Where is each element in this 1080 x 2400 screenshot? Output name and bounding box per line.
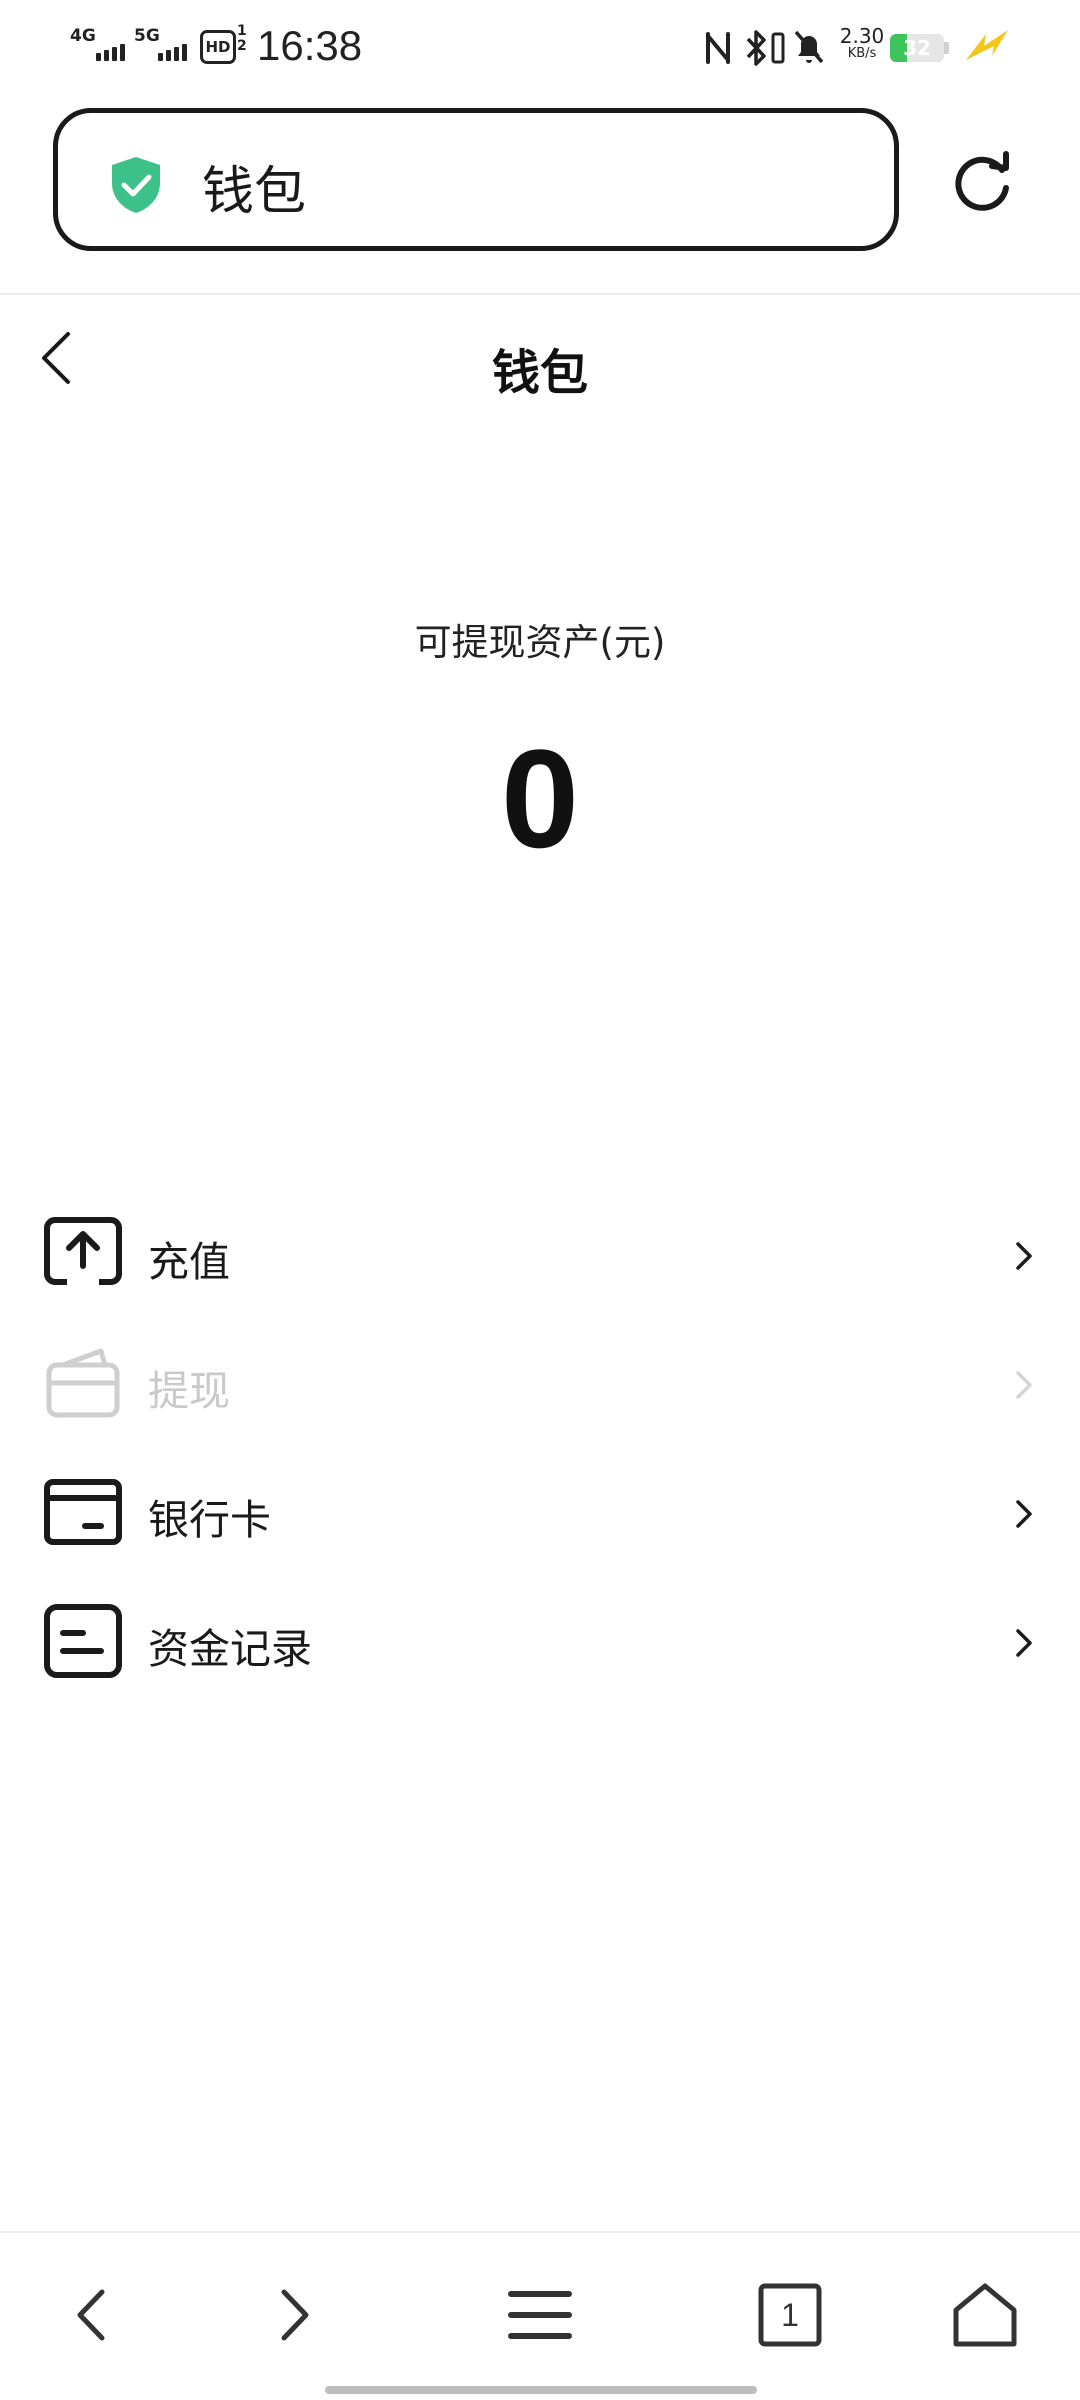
menu-item-label: 充值	[148, 1238, 230, 1286]
home-indicator[interactable]	[325, 2386, 757, 2394]
shield-check-icon	[112, 157, 160, 213]
hd-voice-icon: HD	[200, 30, 236, 64]
menu-item-label: 提现	[148, 1367, 230, 1415]
menu-item-withdraw[interactable]: 提现	[0, 1319, 1080, 1448]
chevron-right-icon	[1016, 1242, 1032, 1270]
address-text: 钱包	[202, 162, 307, 222]
bank-card-icon	[44, 1479, 122, 1545]
tab-count: 1	[781, 2297, 799, 2333]
forward-icon[interactable]	[258, 2280, 328, 2350]
menu-item-bank-card[interactable]: 银行卡	[0, 1448, 1080, 1577]
refresh-icon[interactable]	[950, 150, 1016, 216]
menu-icon[interactable]	[505, 2280, 575, 2350]
battery-icon: 32	[890, 34, 944, 62]
menu-item-label: 资金记录	[148, 1625, 312, 1673]
network-4g-label: 4G	[70, 26, 96, 46]
signal-bars-2-icon	[158, 44, 187, 61]
menu-item-recharge[interactable]: 充值	[0, 1190, 1080, 1319]
network-speed: 2.30 KB/s	[832, 26, 892, 62]
hd-sim-label: 1 2	[237, 23, 247, 54]
menu-item-label: 银行卡	[148, 1496, 271, 1544]
mute-icon	[794, 30, 824, 64]
signal-bars-1-icon	[96, 44, 125, 61]
tabs-button[interactable]: 1	[755, 2280, 825, 2350]
page-title: 钱包	[491, 345, 588, 401]
home-icon[interactable]	[950, 2280, 1020, 2350]
record-icon	[44, 1604, 122, 1678]
address-bar[interactable]: 钱包	[53, 108, 899, 251]
wallet-icon	[46, 1348, 120, 1418]
battery-cap	[944, 42, 949, 54]
back-icon[interactable]	[60, 2280, 130, 2350]
toolbar-divider	[0, 293, 1080, 295]
chevron-right-icon	[1016, 1371, 1032, 1399]
charging-icon	[966, 30, 1008, 60]
menu-item-fund-record[interactable]: 资金记录	[0, 1577, 1080, 1706]
balance-label: 可提现资产(元)	[414, 621, 666, 664]
chevron-right-icon	[1016, 1500, 1032, 1528]
bluetooth-icon	[746, 30, 766, 66]
network-speed-unit: KB/s	[847, 46, 877, 61]
clock-time: 16:38	[257, 22, 363, 69]
network-5g-label: 5G	[134, 26, 160, 46]
bottom-nav-divider	[0, 2231, 1080, 2233]
balance-value: 0	[501, 720, 579, 877]
vibrate-icon	[771, 32, 785, 64]
status-bar: 4G 5G HD 1 2 16:38 2.30 KB/s 32	[0, 0, 1080, 95]
network-speed-value: 2.30	[839, 24, 885, 48]
battery-level: 32	[903, 36, 931, 60]
nfc-icon	[706, 32, 730, 64]
upload-icon	[44, 1217, 122, 1286]
chevron-right-icon	[1016, 1629, 1032, 1657]
